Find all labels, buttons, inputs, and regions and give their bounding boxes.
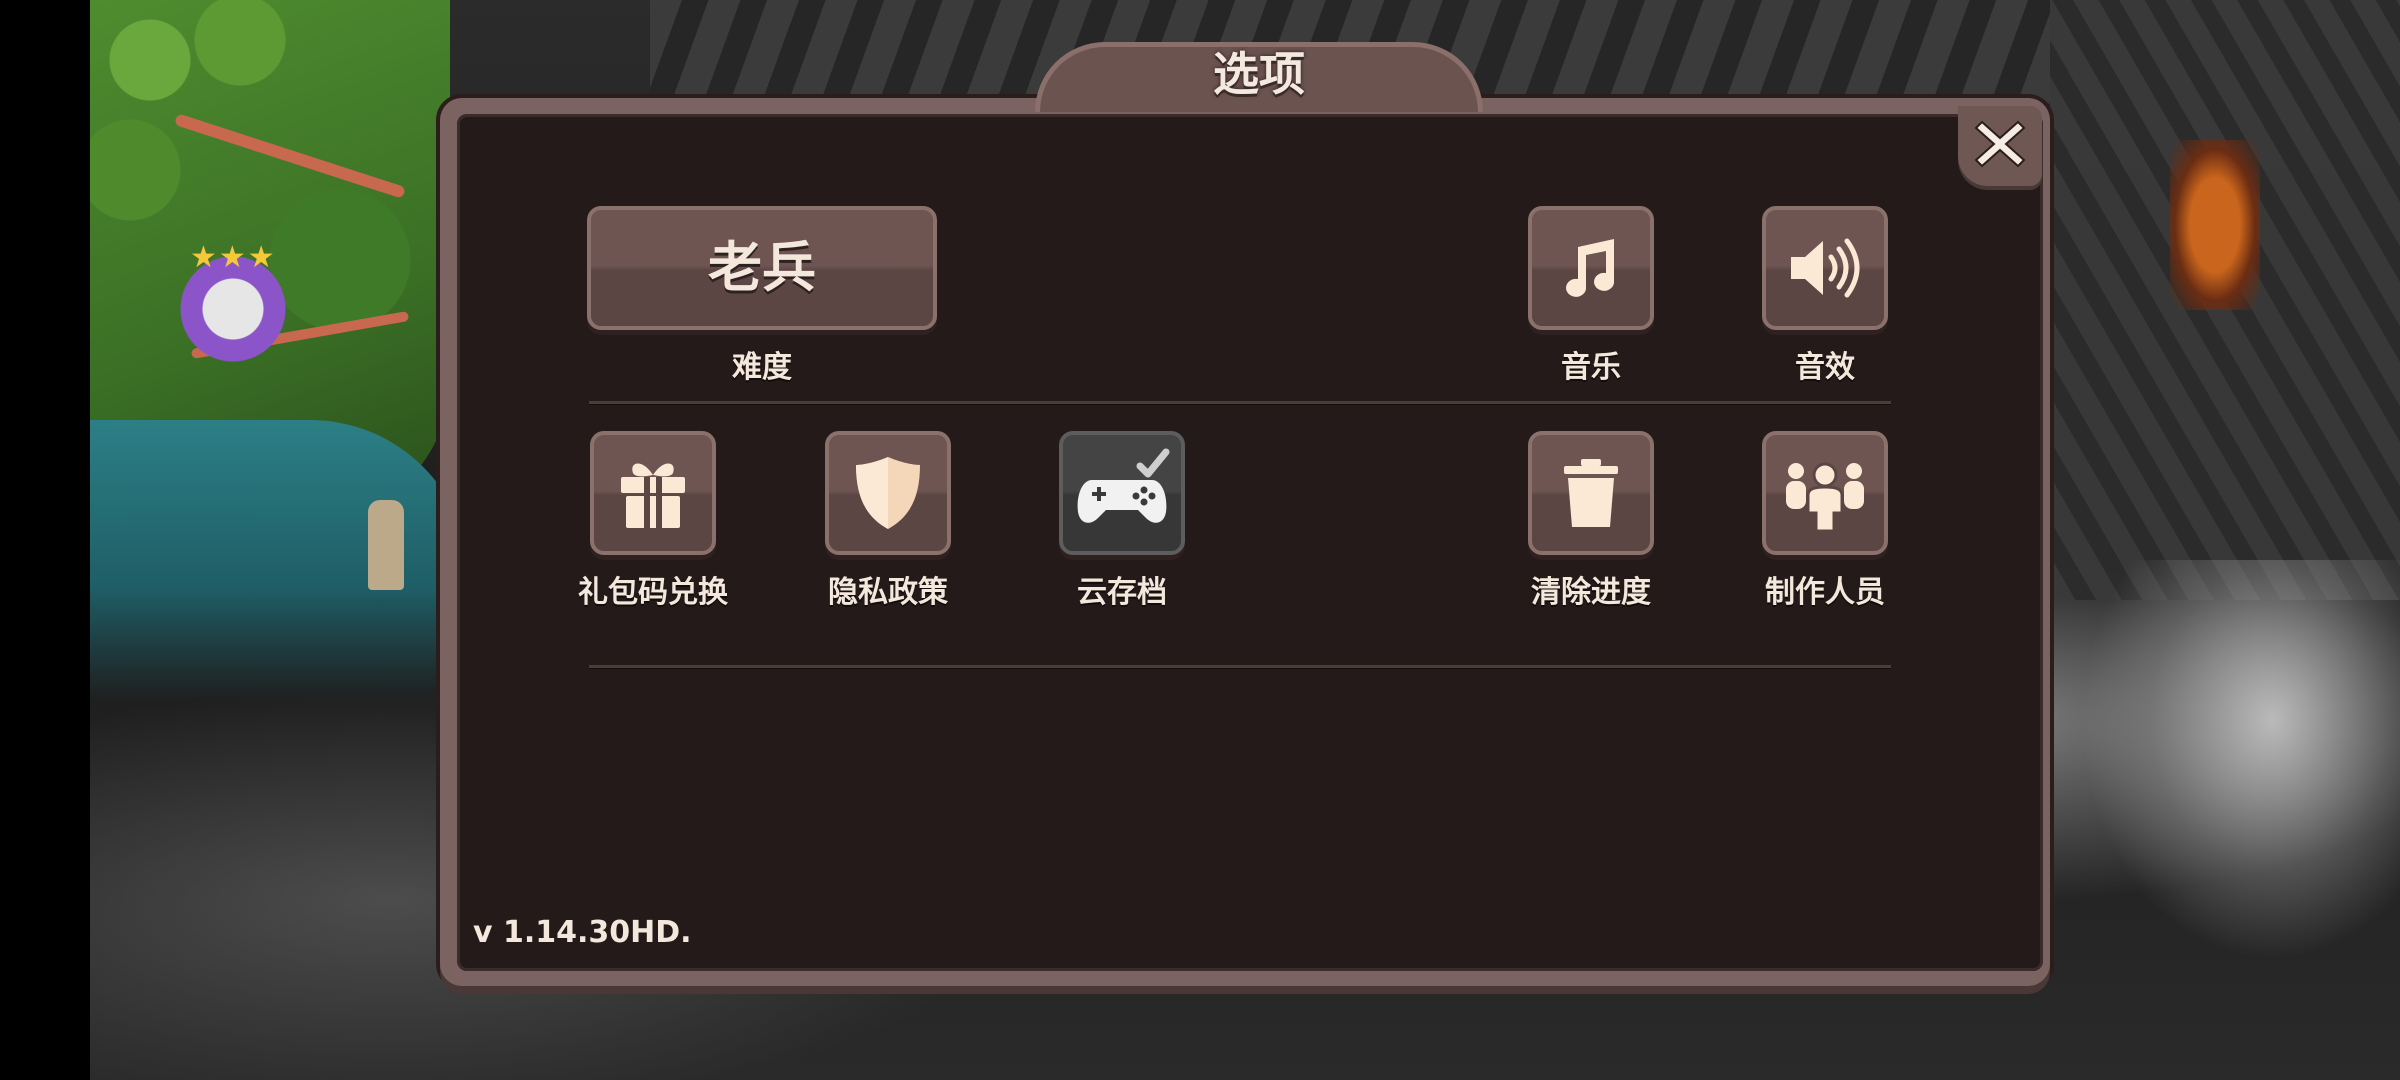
gift-code-button[interactable]: [590, 431, 716, 555]
privacy-policy-label: 隐私政策: [828, 575, 948, 610]
divider: [589, 401, 1891, 404]
people-icon: [1786, 462, 1864, 533]
credits-label: 制作人员: [1765, 575, 1885, 610]
credits-button[interactable]: [1762, 431, 1888, 555]
gift-icon: [621, 463, 685, 528]
sound-effects-label: 音效: [1795, 350, 1855, 385]
close-button[interactable]: [1958, 106, 2042, 186]
privacy-policy-button[interactable]: [825, 431, 951, 555]
gift-code-label: 礼包码兑换: [578, 575, 728, 610]
difficulty-button[interactable]: 老兵: [587, 206, 937, 330]
lighthouse-icon: [368, 500, 404, 590]
music-button[interactable]: [1528, 206, 1654, 330]
clear-progress-button[interactable]: [1528, 431, 1654, 555]
speaker-icon: [1791, 238, 1860, 298]
trash-icon: [1564, 459, 1618, 527]
water-area: [90, 420, 470, 700]
shield-icon: [856, 457, 920, 529]
cloud-save-button[interactable]: [1059, 431, 1185, 555]
cloud-save-label: 云存档: [1077, 575, 1167, 610]
divider: [589, 665, 1891, 668]
music-label: 音乐: [1561, 350, 1621, 385]
sound-effects-button[interactable]: [1762, 206, 1888, 330]
clear-progress-label: 清除进度: [1531, 575, 1651, 610]
difficulty-label: 难度: [732, 350, 792, 385]
gamepad-check-icon: [1077, 448, 1170, 523]
lava-area: [2170, 140, 2260, 310]
difficulty-value: 老兵: [708, 236, 816, 299]
stars-icon: ★★★: [190, 240, 277, 275]
dialog-title: 选项: [1213, 47, 1305, 101]
music-note-icon: [1566, 239, 1615, 297]
version-text: v 1.14.30HD.: [473, 915, 692, 950]
fog-cloud: [2080, 560, 2400, 960]
close-icon: [1974, 120, 2026, 168]
